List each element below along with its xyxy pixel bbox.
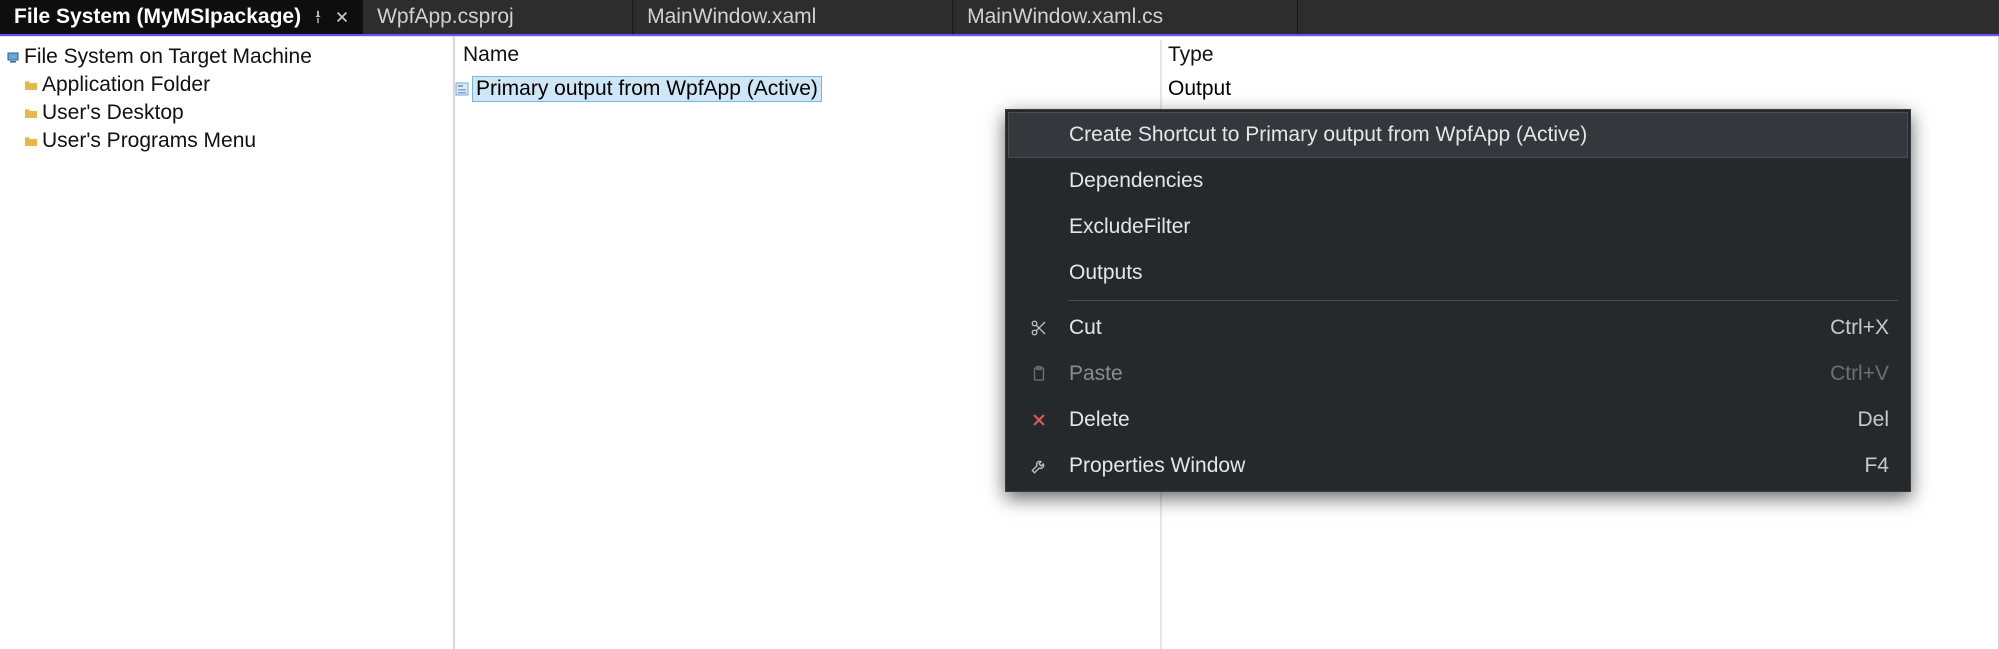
file-system-tree: File System on Target Machine Applicatio… bbox=[0, 36, 455, 649]
column-header-name[interactable]: Name bbox=[455, 43, 1160, 67]
tab-label: WpfApp.csproj bbox=[377, 5, 514, 29]
pin-icon[interactable] bbox=[311, 10, 325, 24]
menu-cut[interactable]: Cut Ctrl+X bbox=[1008, 305, 1908, 351]
menu-label: Create Shortcut to Primary output from W… bbox=[1069, 123, 1889, 147]
scissors-icon bbox=[1009, 319, 1069, 337]
menu-label: Dependencies bbox=[1069, 169, 1889, 193]
document-tabstrip: File System (MyMSIpackage) WpfApp.csproj… bbox=[0, 0, 1999, 36]
menu-delete[interactable]: Delete Del bbox=[1008, 397, 1908, 443]
tab-mainwindow-xaml[interactable]: MainWindow.xaml bbox=[633, 0, 953, 34]
menu-paste: Paste Ctrl+V bbox=[1008, 351, 1908, 397]
menu-outputs[interactable]: Outputs bbox=[1008, 250, 1908, 296]
menu-separator bbox=[1068, 300, 1898, 301]
menu-properties-window[interactable]: Properties Window F4 bbox=[1008, 443, 1908, 489]
menu-shortcut: F4 bbox=[1864, 454, 1889, 478]
tab-file-system[interactable]: File System (MyMSIpackage) bbox=[0, 0, 363, 34]
menu-label: ExcludeFilter bbox=[1069, 215, 1889, 239]
tabstrip-fill bbox=[1298, 0, 1999, 34]
menu-label: Paste bbox=[1069, 362, 1830, 386]
menu-label: Delete bbox=[1069, 408, 1857, 432]
tree-item-label: User's Desktop bbox=[42, 101, 184, 125]
folder-icon bbox=[24, 136, 38, 147]
menu-label: Outputs bbox=[1069, 261, 1889, 285]
tab-label: MainWindow.xaml.cs bbox=[967, 5, 1163, 29]
machine-icon bbox=[6, 51, 20, 63]
menu-shortcut: Ctrl+X bbox=[1830, 316, 1889, 340]
cell-type: Output bbox=[1160, 77, 1231, 101]
content-header: Name Type bbox=[455, 37, 1998, 73]
menu-shortcut: Ctrl+V bbox=[1830, 362, 1889, 386]
menu-excludefilter[interactable]: ExcludeFilter bbox=[1008, 204, 1908, 250]
tree-item-users-desktop[interactable]: User's Desktop bbox=[4, 99, 449, 127]
menu-label: Cut bbox=[1069, 316, 1830, 340]
output-icon bbox=[455, 82, 469, 96]
delete-icon bbox=[1009, 412, 1069, 428]
menu-label: Properties Window bbox=[1069, 454, 1864, 478]
wrench-icon bbox=[1009, 457, 1069, 475]
tree-root[interactable]: File System on Target Machine bbox=[4, 43, 449, 71]
menu-shortcut: Del bbox=[1857, 408, 1889, 432]
tree-item-label: Application Folder bbox=[42, 73, 210, 97]
tab-mainwindow-xaml-cs[interactable]: MainWindow.xaml.cs bbox=[953, 0, 1298, 34]
menu-dependencies[interactable]: Dependencies bbox=[1008, 158, 1908, 204]
clipboard-icon bbox=[1009, 365, 1069, 383]
folder-icon bbox=[24, 108, 38, 119]
tab-label: File System (MyMSIpackage) bbox=[14, 5, 301, 29]
menu-create-shortcut[interactable]: Create Shortcut to Primary output from W… bbox=[1008, 112, 1908, 158]
column-header-type[interactable]: Type bbox=[1160, 43, 1998, 67]
close-icon[interactable] bbox=[335, 10, 349, 24]
tab-csproj[interactable]: WpfApp.csproj bbox=[363, 0, 633, 34]
cell-name: Primary output from WpfApp (Active) bbox=[472, 76, 822, 102]
tree-item-users-programs-menu[interactable]: User's Programs Menu bbox=[4, 127, 449, 155]
context-menu: Create Shortcut to Primary output from W… bbox=[1005, 109, 1911, 492]
tree-item-label: User's Programs Menu bbox=[42, 129, 256, 153]
tree-root-label: File System on Target Machine bbox=[24, 45, 312, 69]
tree-item-application-folder[interactable]: Application Folder bbox=[4, 71, 449, 99]
tab-label: MainWindow.xaml bbox=[647, 5, 816, 29]
folder-icon bbox=[24, 80, 38, 91]
list-row-primary-output[interactable]: Primary output from WpfApp (Active) Outp… bbox=[455, 73, 1998, 105]
